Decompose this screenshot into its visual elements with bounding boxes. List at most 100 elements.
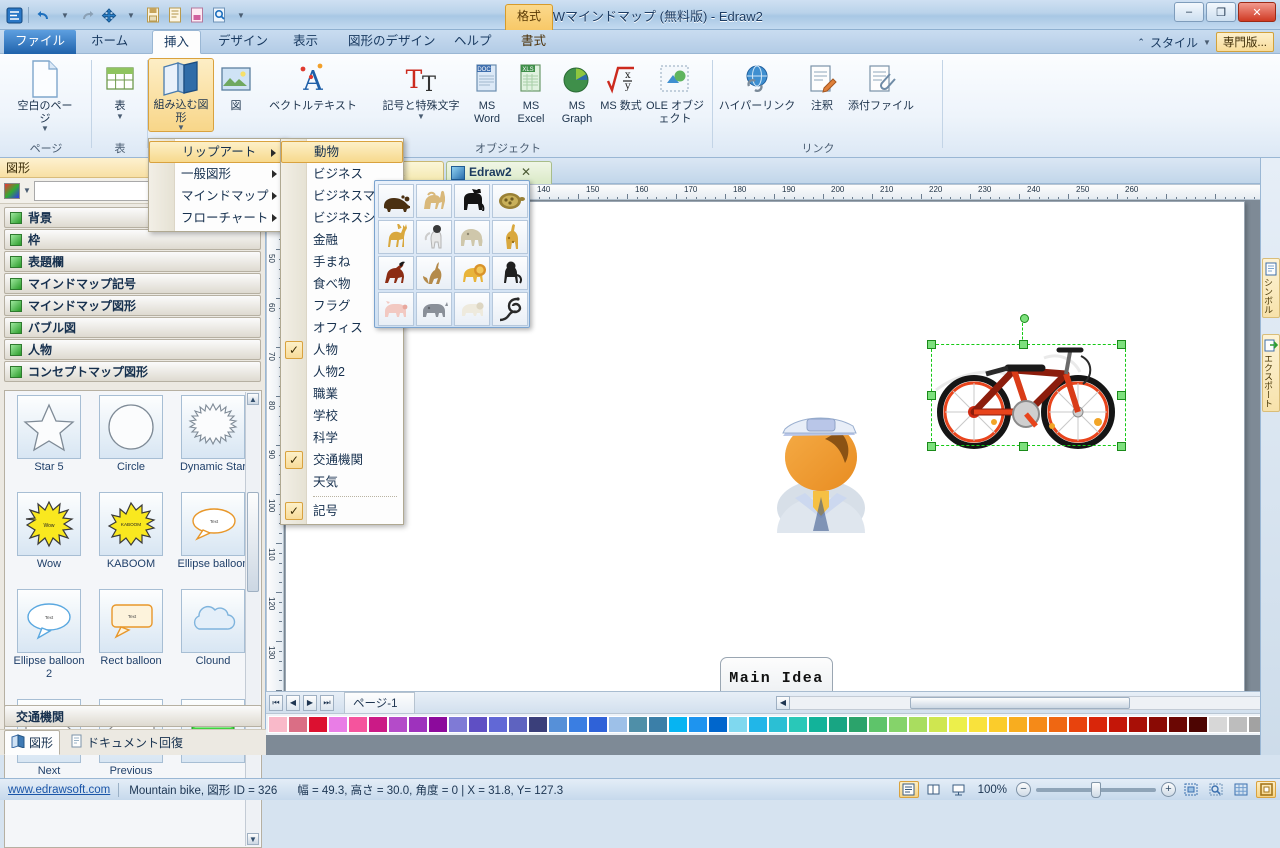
next-page-button[interactable]: ▶ <box>303 694 317 711</box>
menu-item-category-12[interactable]: 学校 <box>281 405 403 427</box>
palette-swatch-36[interactable] <box>988 716 1008 733</box>
clipart-kangaroo[interactable] <box>416 256 452 290</box>
ribbon-button-ole-object[interactable]: OLE オブジェクト <box>642 58 708 132</box>
ribbon-button-ms-graph[interactable]: MS Graph <box>554 58 600 132</box>
ribbon-button-ms-word[interactable]: DOC MS Word <box>466 58 508 132</box>
mountain-bike-shape[interactable] <box>926 314 1126 451</box>
edraw-logo-icon[interactable] <box>4 5 24 25</box>
ribbon-button-hyperlink[interactable]: ハイパーリンク <box>713 58 801 132</box>
undo-dropdown-icon[interactable]: ▼ <box>55 5 75 25</box>
palette-swatch-0[interactable] <box>268 716 288 733</box>
menu-item-category-15[interactable]: 天気 <box>281 471 403 493</box>
clipart-pig[interactable] <box>378 292 414 326</box>
palette-swatch-4[interactable] <box>348 716 368 733</box>
close-icon[interactable]: ✕ <box>521 165 531 179</box>
palette-swatch-1[interactable] <box>288 716 308 733</box>
close-button[interactable]: ✕ <box>1238 2 1276 22</box>
palette-swatch-26[interactable] <box>788 716 808 733</box>
palette-swatch-2[interactable] <box>308 716 328 733</box>
palette-swatch-42[interactable] <box>1108 716 1128 733</box>
presentation-view-icon[interactable] <box>949 781 969 798</box>
menu-item-category-11[interactable]: 職業 <box>281 383 403 405</box>
grid-icon[interactable] <box>1231 781 1251 798</box>
clipart-lion[interactable] <box>454 256 490 290</box>
undo-icon[interactable] <box>33 5 53 25</box>
menu-item-category-0[interactable]: 動物 <box>281 141 403 163</box>
palette-swatch-20[interactable] <box>668 716 688 733</box>
preview-icon[interactable] <box>209 5 229 25</box>
clipart-giraffe[interactable] <box>492 220 528 254</box>
open-icon[interactable] <box>165 5 185 25</box>
palette-swatch-37[interactable] <box>1008 716 1028 733</box>
ribbon-button-attachment[interactable]: 添付ファイル <box>843 58 919 132</box>
palette-swatch-3[interactable] <box>328 716 348 733</box>
pro-version-button[interactable]: 専門版... <box>1215 32 1274 52</box>
hscroll-track[interactable] <box>790 695 1262 710</box>
resize-handle-w[interactable] <box>927 391 936 400</box>
edrawsoft-link[interactable]: www.edrawsoft.com <box>0 784 118 796</box>
resize-handle-nw[interactable] <box>927 340 936 349</box>
palette-swatch-10[interactable] <box>468 716 488 733</box>
palette-swatch-11[interactable] <box>488 716 508 733</box>
palette-swatch-15[interactable] <box>568 716 588 733</box>
menu-item-category-16[interactable]: ✓ 記号 <box>281 500 403 522</box>
palette-swatch-35[interactable] <box>968 716 988 733</box>
palette-swatch-27[interactable] <box>808 716 828 733</box>
palette-swatch-8[interactable] <box>428 716 448 733</box>
stencil-item-mindmap-shape[interactable]: マインドマップ図形 <box>4 295 261 316</box>
resize-handle-s[interactable] <box>1019 442 1028 451</box>
maximize-button[interactable]: ❐ <box>1206 2 1236 22</box>
zoom-slider[interactable] <box>1036 781 1156 798</box>
zoom-slider-knob[interactable] <box>1091 781 1101 798</box>
clipart-deer[interactable] <box>378 220 414 254</box>
resize-handle-ne[interactable] <box>1117 340 1126 349</box>
menu-item-clipart[interactable]: リップアート <box>149 141 285 163</box>
ribbon-tab-insert[interactable]: 挿入 <box>152 30 202 54</box>
resize-handle-e[interactable] <box>1117 391 1126 400</box>
symbol-dropdown-icon[interactable]: ▼ <box>417 112 425 120</box>
palette-swatch-41[interactable] <box>1088 716 1108 733</box>
clipart-rhino[interactable] <box>416 292 452 326</box>
clipart-turtle[interactable] <box>492 184 528 218</box>
shape-thumb-dynamic-star[interactable]: Dynamic Star <box>175 395 251 474</box>
move-dropdown-icon[interactable]: ▼ <box>121 5 141 25</box>
ribbon-button-vector-text[interactable]: A ベクトルテキスト <box>258 58 368 132</box>
stencil-item-mindmap-symbol[interactable]: マインドマップ記号 <box>4 273 261 294</box>
zoom-in-button[interactable]: + <box>1161 782 1176 797</box>
palette-swatch-40[interactable] <box>1068 716 1088 733</box>
minimize-button[interactable]: – <box>1174 2 1204 22</box>
clipart-bear[interactable] <box>378 184 414 218</box>
stencil-item-transportation[interactable]: 交通機関 <box>4 705 262 727</box>
palette-swatch-46[interactable] <box>1188 716 1208 733</box>
canvas-horizontal-scrollbar[interactable]: ◀ ▶ <box>776 695 1276 711</box>
ribbon-tab-shape-design[interactable]: 図形のデザイン <box>337 30 447 54</box>
menu-item-category-14[interactable]: ✓ 交通機関 <box>281 449 403 471</box>
style-dropdown-icon[interactable]: ▼ <box>1203 38 1211 46</box>
scroll-up-icon[interactable]: ▲ <box>247 393 259 405</box>
scroll-left-icon[interactable]: ◀ <box>776 695 790 710</box>
page-tab-1[interactable]: ページ-1 <box>344 692 415 713</box>
palette-swatch-31[interactable] <box>888 716 908 733</box>
ribbon-button-table[interactable]: 表 ▼ <box>88 58 152 132</box>
ribbon-tab-design[interactable]: デザイン <box>207 30 279 54</box>
palette-swatch-48[interactable] <box>1228 716 1248 733</box>
customize-qat-icon[interactable]: ▼ <box>231 5 251 25</box>
blank-page-dropdown-icon[interactable]: ▼ <box>41 125 49 133</box>
color-swatch-icon[interactable] <box>4 182 20 199</box>
stencil-item-title-block[interactable]: 表題欄 <box>4 251 261 272</box>
nurse-figure[interactable] <box>769 405 874 536</box>
palette-swatch-22[interactable] <box>708 716 728 733</box>
scroll-thumb[interactable] <box>247 492 259 592</box>
clipart-elephant[interactable] <box>454 220 490 254</box>
menu-item-category-9[interactable]: ✓ 人物 <box>281 339 403 361</box>
split-view-icon[interactable] <box>924 781 944 798</box>
palette-swatch-32[interactable] <box>908 716 928 733</box>
clipart-horse[interactable] <box>378 256 414 290</box>
ribbon-tab-file[interactable]: ファイル <box>4 30 77 54</box>
print-icon[interactable] <box>187 5 207 25</box>
clipart-cat[interactable] <box>454 184 490 218</box>
prev-page-button[interactable]: ◀ <box>286 694 300 711</box>
frame-icon[interactable] <box>1256 781 1276 798</box>
ribbon-button-ms-equation[interactable]: xy MS 数式 <box>600 58 642 132</box>
zoom-out-button[interactable]: − <box>1016 782 1031 797</box>
